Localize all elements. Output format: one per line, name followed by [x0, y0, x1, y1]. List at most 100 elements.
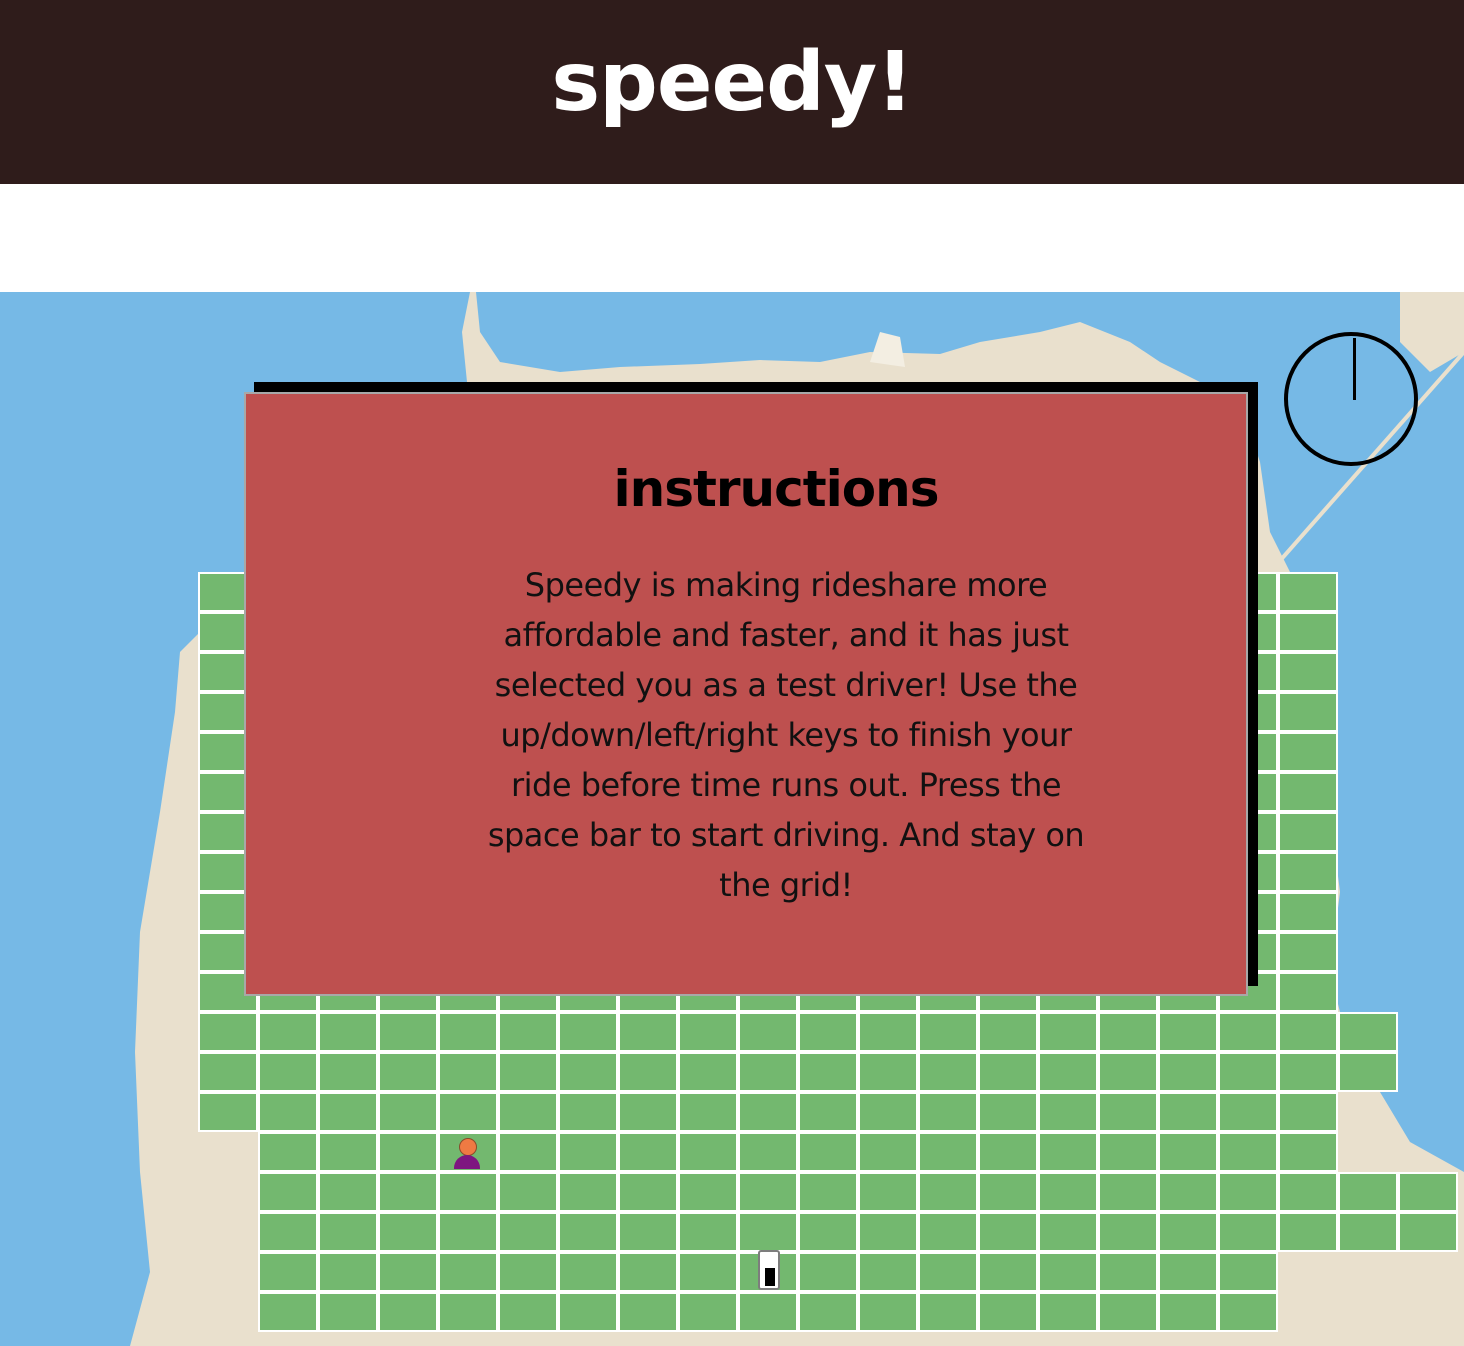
grid-block: [318, 1292, 378, 1332]
grid-block: [798, 1132, 858, 1172]
grid-block: [1158, 1092, 1218, 1132]
timer-hand: [1353, 338, 1356, 400]
grid-block: [1278, 732, 1338, 772]
grid-block: [318, 1052, 378, 1092]
grid-block: [978, 1212, 1038, 1252]
grid-block: [1278, 1012, 1338, 1052]
grid-block: [918, 1212, 978, 1252]
grid-block: [798, 1092, 858, 1132]
grid-block: [678, 1252, 738, 1292]
grid-block: [1098, 1092, 1158, 1132]
grid-block: [798, 1212, 858, 1252]
grid-block: [498, 1212, 558, 1252]
grid-block: [1098, 1212, 1158, 1252]
grid-block: [858, 1252, 918, 1292]
grid-block: [618, 1012, 678, 1052]
grid-block: [918, 1092, 978, 1132]
grid-block: [1218, 1212, 1278, 1252]
grid-block: [678, 1132, 738, 1172]
grid-block: [678, 1212, 738, 1252]
grid-block: [738, 1132, 798, 1172]
grid-block: [1098, 1012, 1158, 1052]
passenger-body: [454, 1155, 480, 1169]
passenger: [452, 1136, 484, 1172]
grid-block: [1278, 692, 1338, 732]
clock-timer-icon: [1284, 332, 1418, 466]
grid-block: [558, 1092, 618, 1132]
grid-block: [498, 1052, 558, 1092]
grid-block: [198, 1052, 258, 1092]
grid-block: [618, 1292, 678, 1332]
grid-block: [498, 1012, 558, 1052]
grid-block: [1158, 1132, 1218, 1172]
grid-block: [1038, 1092, 1098, 1132]
grid-block: [858, 1172, 918, 1212]
site-title: speedy!: [551, 35, 913, 130]
grid-block: [438, 1012, 498, 1052]
grid-block: [1278, 612, 1338, 652]
grid-block: [918, 1132, 978, 1172]
grid-block: [558, 1052, 618, 1092]
grid-block: [558, 1172, 618, 1212]
grid-block: [1038, 1012, 1098, 1052]
grid-block: [858, 1052, 918, 1092]
grid-block: [1278, 1052, 1338, 1092]
grid-block: [978, 1012, 1038, 1052]
grid-block: [378, 1252, 438, 1292]
grid-block: [378, 1212, 438, 1252]
grid-block: [1278, 772, 1338, 812]
map-pier: [870, 332, 905, 367]
grid-block: [1278, 1132, 1338, 1172]
grid-block: [1278, 572, 1338, 612]
grid-block: [378, 1172, 438, 1212]
grid-block: [918, 1292, 978, 1332]
grid-block: [558, 1012, 618, 1052]
grid-block: [558, 1212, 618, 1252]
grid-block: [1278, 652, 1338, 692]
grid-block: [918, 1252, 978, 1292]
grid-block: [438, 1092, 498, 1132]
grid-block: [438, 1052, 498, 1092]
grid-block: [1218, 1252, 1278, 1292]
grid-block: [738, 1012, 798, 1052]
grid-block: [318, 1132, 378, 1172]
grid-block: [438, 1172, 498, 1212]
grid-block: [1098, 1252, 1158, 1292]
grid-block: [678, 1012, 738, 1052]
grid-block: [978, 1132, 1038, 1172]
grid-block: [798, 1252, 858, 1292]
grid-block: [258, 1092, 318, 1132]
grid-block: [1218, 1052, 1278, 1092]
grid-block: [1098, 1052, 1158, 1092]
grid-block: [1278, 972, 1338, 1012]
grid-block: [1218, 1292, 1278, 1332]
grid-block: [858, 1292, 918, 1332]
grid-block: [498, 1132, 558, 1172]
grid-block: [1038, 1052, 1098, 1092]
grid-block: [318, 1212, 378, 1252]
instructions-modal: instructions Speedy is making rideshare …: [244, 392, 1248, 996]
grid-block: [1158, 1292, 1218, 1332]
grid-block: [258, 1132, 318, 1172]
grid-block: [858, 1012, 918, 1052]
grid-block: [978, 1052, 1038, 1092]
grid-block: [1158, 1172, 1218, 1212]
grid-block: [1158, 1052, 1218, 1092]
grid-block: [558, 1252, 618, 1292]
grid-block: [918, 1172, 978, 1212]
site-header: speedy!: [0, 0, 1464, 184]
grid-block: [798, 1052, 858, 1092]
grid-block: [738, 1052, 798, 1092]
grid-block: [498, 1172, 558, 1212]
grid-block: [798, 1292, 858, 1332]
grid-block: [198, 1092, 258, 1132]
grid-block: [558, 1132, 618, 1172]
grid-block: [1398, 1212, 1458, 1252]
grid-block: [378, 1292, 438, 1332]
grid-block: [1278, 1092, 1338, 1132]
grid-block: [1278, 1212, 1338, 1252]
grid-block: [618, 1132, 678, 1172]
game-board[interactable]: instructions Speedy is making rideshare …: [0, 292, 1464, 1346]
grid-block: [1038, 1292, 1098, 1332]
grid-block: [1338, 1212, 1398, 1252]
